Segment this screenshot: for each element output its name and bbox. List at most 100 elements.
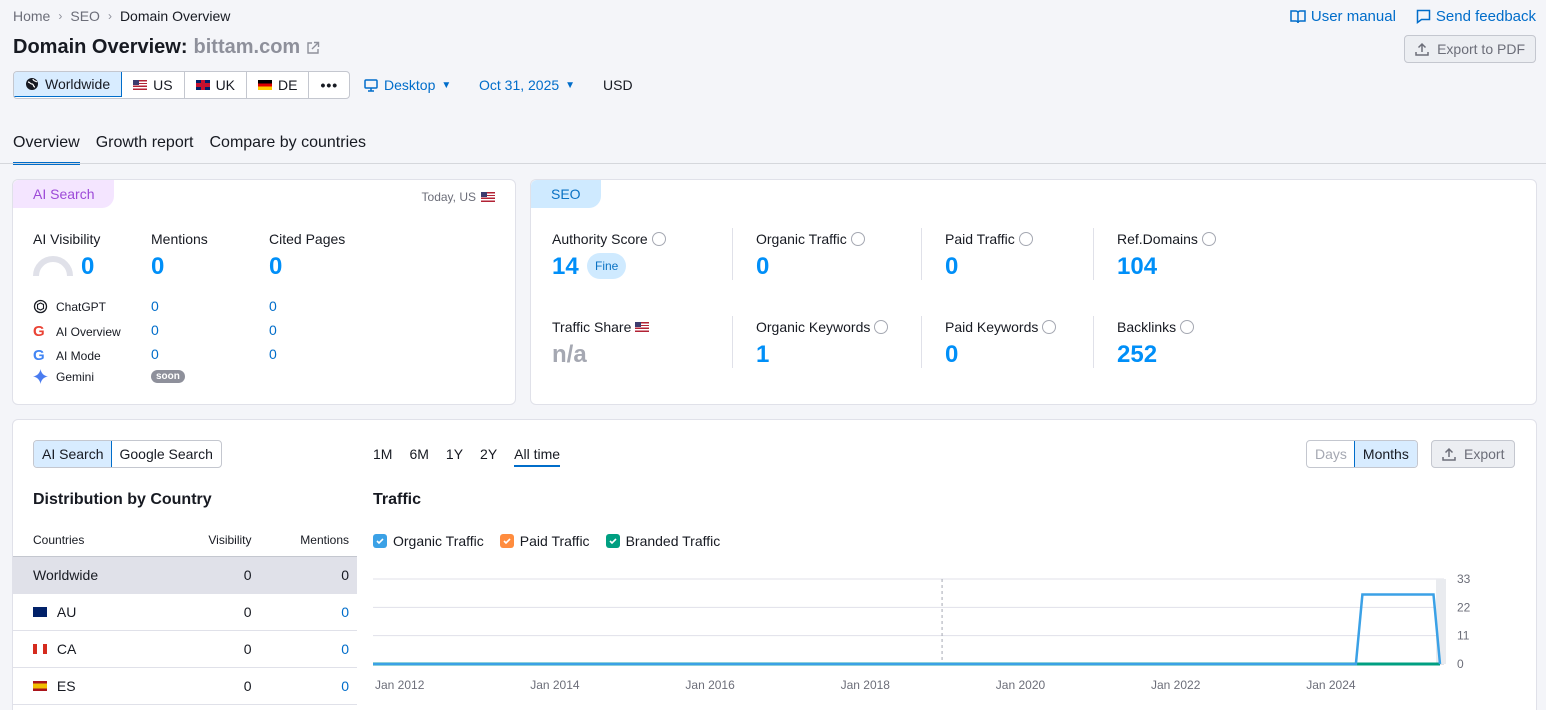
period-2y[interactable]: 2Y: [480, 446, 497, 467]
legend-branded[interactable]: Branded Traffic: [605, 533, 721, 549]
legend-paid-label: Paid Traffic: [519, 533, 590, 549]
legend-organic[interactable]: Organic Traffic: [373, 533, 484, 549]
header-mentions[interactable]: Mentions: [252, 524, 358, 556]
chevron-right-icon: ›: [58, 9, 63, 23]
device-dropdown[interactable]: Desktop ▼: [364, 77, 451, 93]
date-label: Oct 31, 2025: [479, 77, 560, 93]
date-dropdown[interactable]: Oct 31, 2025 ▼: [479, 77, 575, 93]
authority-score-value[interactable]: 14: [552, 253, 579, 281]
tab-compare-by-countries[interactable]: Compare by countries: [210, 134, 367, 165]
months-toggle[interactable]: Months: [1353, 441, 1417, 467]
info-icon[interactable]: [874, 320, 889, 334]
db-us-label: US: [153, 77, 173, 93]
ref-domains-text: Ref.Domains: [1117, 231, 1198, 247]
country-mentions[interactable]: 0: [252, 593, 358, 630]
book-icon: [1290, 9, 1306, 23]
info-icon[interactable]: [651, 232, 666, 246]
info-icon[interactable]: [850, 232, 865, 246]
globe-icon: [26, 78, 38, 90]
table-row[interactable]: ES 0 0: [13, 667, 357, 704]
paid-keywords-text: Paid Keywords: [945, 319, 1039, 335]
ai-mode-cited[interactable]: 0: [269, 346, 277, 362]
desktop-icon: [364, 78, 378, 92]
chatgpt-row: ChatGPT: [33, 299, 106, 314]
top-links: User manual Send feedback: [1290, 8, 1536, 25]
backlinks-label: Backlinks: [1117, 319, 1195, 335]
organic-keywords-value[interactable]: 1: [756, 341, 769, 369]
header-visibility[interactable]: Visibility: [171, 524, 251, 556]
google-search-toggle[interactable]: Google Search: [111, 441, 220, 467]
chatgpt-mentions[interactable]: 0: [151, 298, 159, 314]
backlinks-value[interactable]: 252: [1117, 341, 1157, 369]
organic-traffic-value[interactable]: 0: [756, 253, 769, 281]
send-feedback-link[interactable]: Send feedback: [1416, 8, 1536, 25]
table-header: Countries Visibility Mentions: [13, 524, 357, 556]
device-label: Desktop: [384, 77, 436, 93]
db-us[interactable]: US: [122, 72, 185, 98]
checkbox-checked-icon: [605, 534, 620, 548]
title-domain[interactable]: bittam.com: [194, 36, 301, 59]
separator: [732, 228, 733, 280]
header-countries[interactable]: Countries: [13, 524, 171, 556]
legend-paid[interactable]: Paid Traffic: [499, 533, 590, 549]
ai-overview-cited[interactable]: 0: [269, 322, 277, 338]
period-1y[interactable]: 1Y: [446, 446, 463, 467]
tab-overview[interactable]: Overview: [13, 134, 80, 165]
table-row[interactable]: Worldwide 0 0: [13, 556, 357, 593]
upload-icon: [1442, 447, 1456, 461]
country-name: CA: [56, 640, 77, 657]
paid-keywords-label: Paid Keywords: [945, 319, 1057, 335]
cited-pages-value[interactable]: 0: [269, 253, 282, 281]
period-6m[interactable]: 6M: [409, 446, 428, 467]
breadcrumb-seo[interactable]: SEO: [70, 8, 100, 24]
paid-keywords-value[interactable]: 0: [945, 341, 958, 369]
authority-score-text: Authority Score: [552, 231, 648, 247]
breadcrumb-home[interactable]: Home: [13, 8, 50, 24]
db-de[interactable]: DE: [247, 72, 310, 98]
info-icon[interactable]: [1042, 320, 1057, 334]
db-uk[interactable]: UK: [185, 72, 248, 98]
mentions-label: Mentions: [151, 231, 208, 247]
info-icon[interactable]: [1018, 232, 1033, 246]
chatgpt-cited[interactable]: 0: [269, 298, 277, 314]
days-toggle[interactable]: Days: [1307, 441, 1355, 467]
legend-branded-label: Branded Traffic: [625, 533, 721, 549]
info-icon[interactable]: [1180, 320, 1195, 334]
ai-search-toggle[interactable]: AI Search: [33, 441, 113, 467]
country-name: AU: [56, 603, 77, 620]
page-title: Domain Overview: bittam.com: [13, 36, 320, 59]
export-pdf-button[interactable]: Export to PDF: [1404, 35, 1536, 63]
country-mentions[interactable]: 0: [252, 667, 358, 704]
export-button[interactable]: Export: [1431, 440, 1516, 468]
period-all-time[interactable]: All time: [514, 446, 561, 467]
breadcrumb: Home › SEO › Domain Overview: [13, 8, 230, 24]
uk-flag-icon: [195, 80, 210, 90]
more-databases-button[interactable]: •••: [309, 72, 349, 98]
user-manual-label: User manual: [1310, 8, 1396, 25]
ai-visibility-label: AI Visibility: [33, 231, 101, 247]
info-icon[interactable]: [1201, 232, 1216, 246]
checkbox-checked-icon: [499, 534, 514, 548]
period-1m[interactable]: 1M: [373, 446, 392, 467]
paid-traffic-value[interactable]: 0: [945, 253, 958, 281]
table-row[interactable]: CA 0 0: [13, 630, 357, 667]
x-tick-label: Jan 2020: [996, 678, 1046, 692]
table-row[interactable]: AU 0 0: [13, 593, 357, 630]
ref-domains-value[interactable]: 104: [1117, 253, 1157, 281]
external-link-icon[interactable]: [306, 41, 320, 55]
ai-overview-mentions[interactable]: 0: [151, 322, 159, 338]
chevron-down-icon: ▼: [565, 79, 576, 91]
tab-growth-report[interactable]: Growth report: [96, 134, 194, 165]
ai-mode-mentions[interactable]: 0: [151, 346, 159, 362]
db-worldwide[interactable]: Worldwide: [14, 72, 123, 97]
organic-keywords-label: Organic Keywords: [756, 319, 889, 335]
country-mentions[interactable]: 0: [252, 630, 358, 667]
user-manual-link[interactable]: User manual: [1290, 8, 1396, 25]
mentions-value[interactable]: 0: [151, 253, 164, 281]
ai-overview-label: AI Overview: [56, 324, 121, 339]
breadcrumb-current: Domain Overview: [119, 8, 231, 24]
country-table: Countries Visibility Mentions Worldwide …: [13, 524, 357, 705]
currency-value: USD: [603, 77, 633, 93]
separator: [732, 316, 733, 368]
x-tick-label: Jan 2016: [685, 678, 735, 692]
